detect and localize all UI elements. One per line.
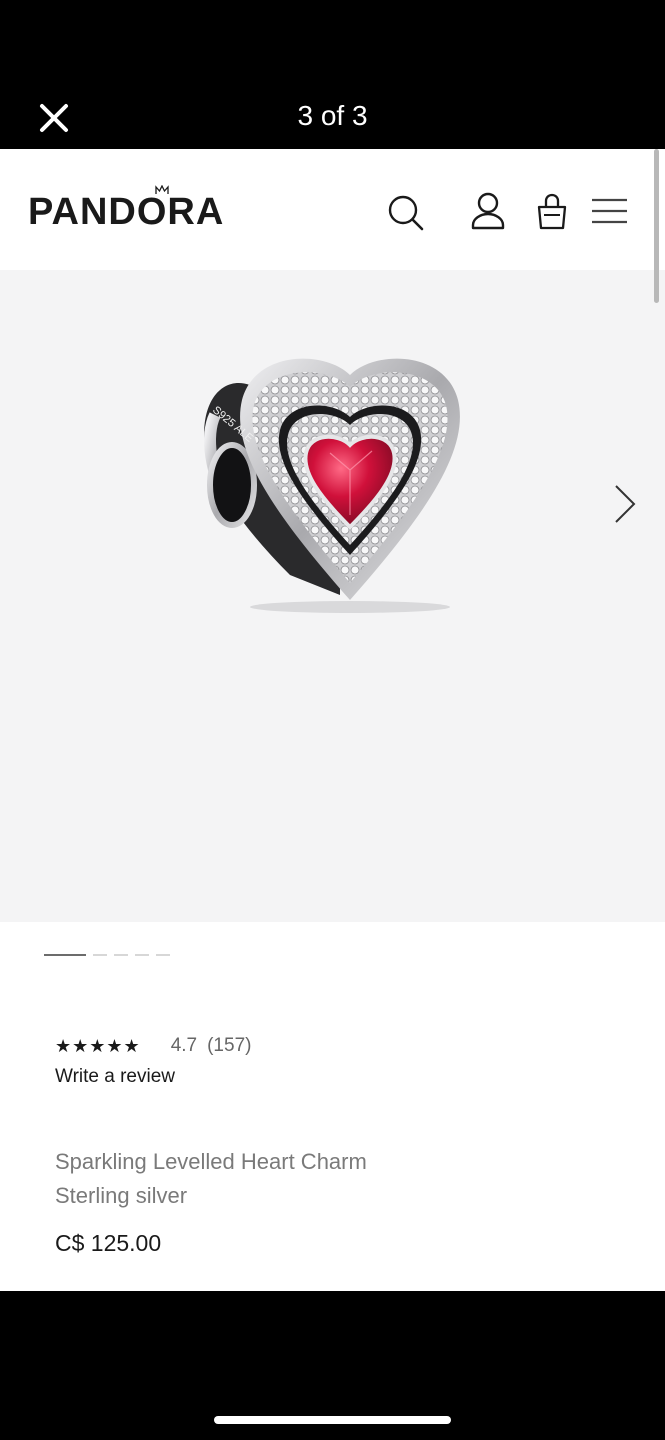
chevron-right-icon	[615, 485, 636, 523]
menu-button[interactable]	[590, 191, 630, 231]
heart-charm-image: S925 ALE	[204, 358, 460, 613]
bag-icon	[537, 193, 567, 230]
next-image-button[interactable]	[606, 482, 642, 526]
account-icon	[471, 192, 505, 230]
bag-button[interactable]	[532, 191, 572, 231]
web-page: PANDORA S925 ALE ★★★★★ 4.7 (157) Write a…	[0, 149, 665, 1291]
product-gallery[interactable]: S925 ALE	[0, 270, 665, 922]
write-review-link[interactable]: Write a review	[55, 1066, 175, 1088]
brand-logo[interactable]: PANDORA	[28, 185, 248, 235]
product-price: C$ 125.00	[55, 1230, 162, 1256]
product-material: Sterling silver	[55, 1183, 188, 1208]
pager-dot-1[interactable]	[44, 954, 86, 956]
gallery-pager	[44, 952, 170, 958]
pager-dot-4[interactable]	[135, 954, 149, 956]
page-scrollbar[interactable]	[654, 149, 659, 303]
site-header: PANDORA	[0, 149, 665, 270]
account-button[interactable]	[468, 191, 508, 231]
brand-name: PANDORA	[28, 191, 225, 233]
rating-stars: ★★★★★	[55, 1035, 141, 1056]
search-icon	[388, 195, 424, 231]
menu-icon	[592, 198, 627, 224]
pager-dot-5[interactable]	[156, 954, 170, 956]
photo-viewer-bar: 3 of 3	[0, 0, 665, 149]
review-count: (157)	[207, 1035, 252, 1056]
pager-dot-3[interactable]	[114, 954, 128, 956]
search-button[interactable]	[385, 191, 425, 231]
pager-dot-2[interactable]	[93, 954, 107, 956]
rating-score: 4.7	[170, 1035, 198, 1056]
home-indicator[interactable]	[214, 1416, 451, 1424]
product-rating[interactable]: ★★★★★ 4.7 (157)	[55, 1035, 251, 1057]
photo-counter: 3 of 3	[297, 100, 368, 131]
product-name: Sparkling Levelled Heart Charm	[55, 1149, 367, 1174]
